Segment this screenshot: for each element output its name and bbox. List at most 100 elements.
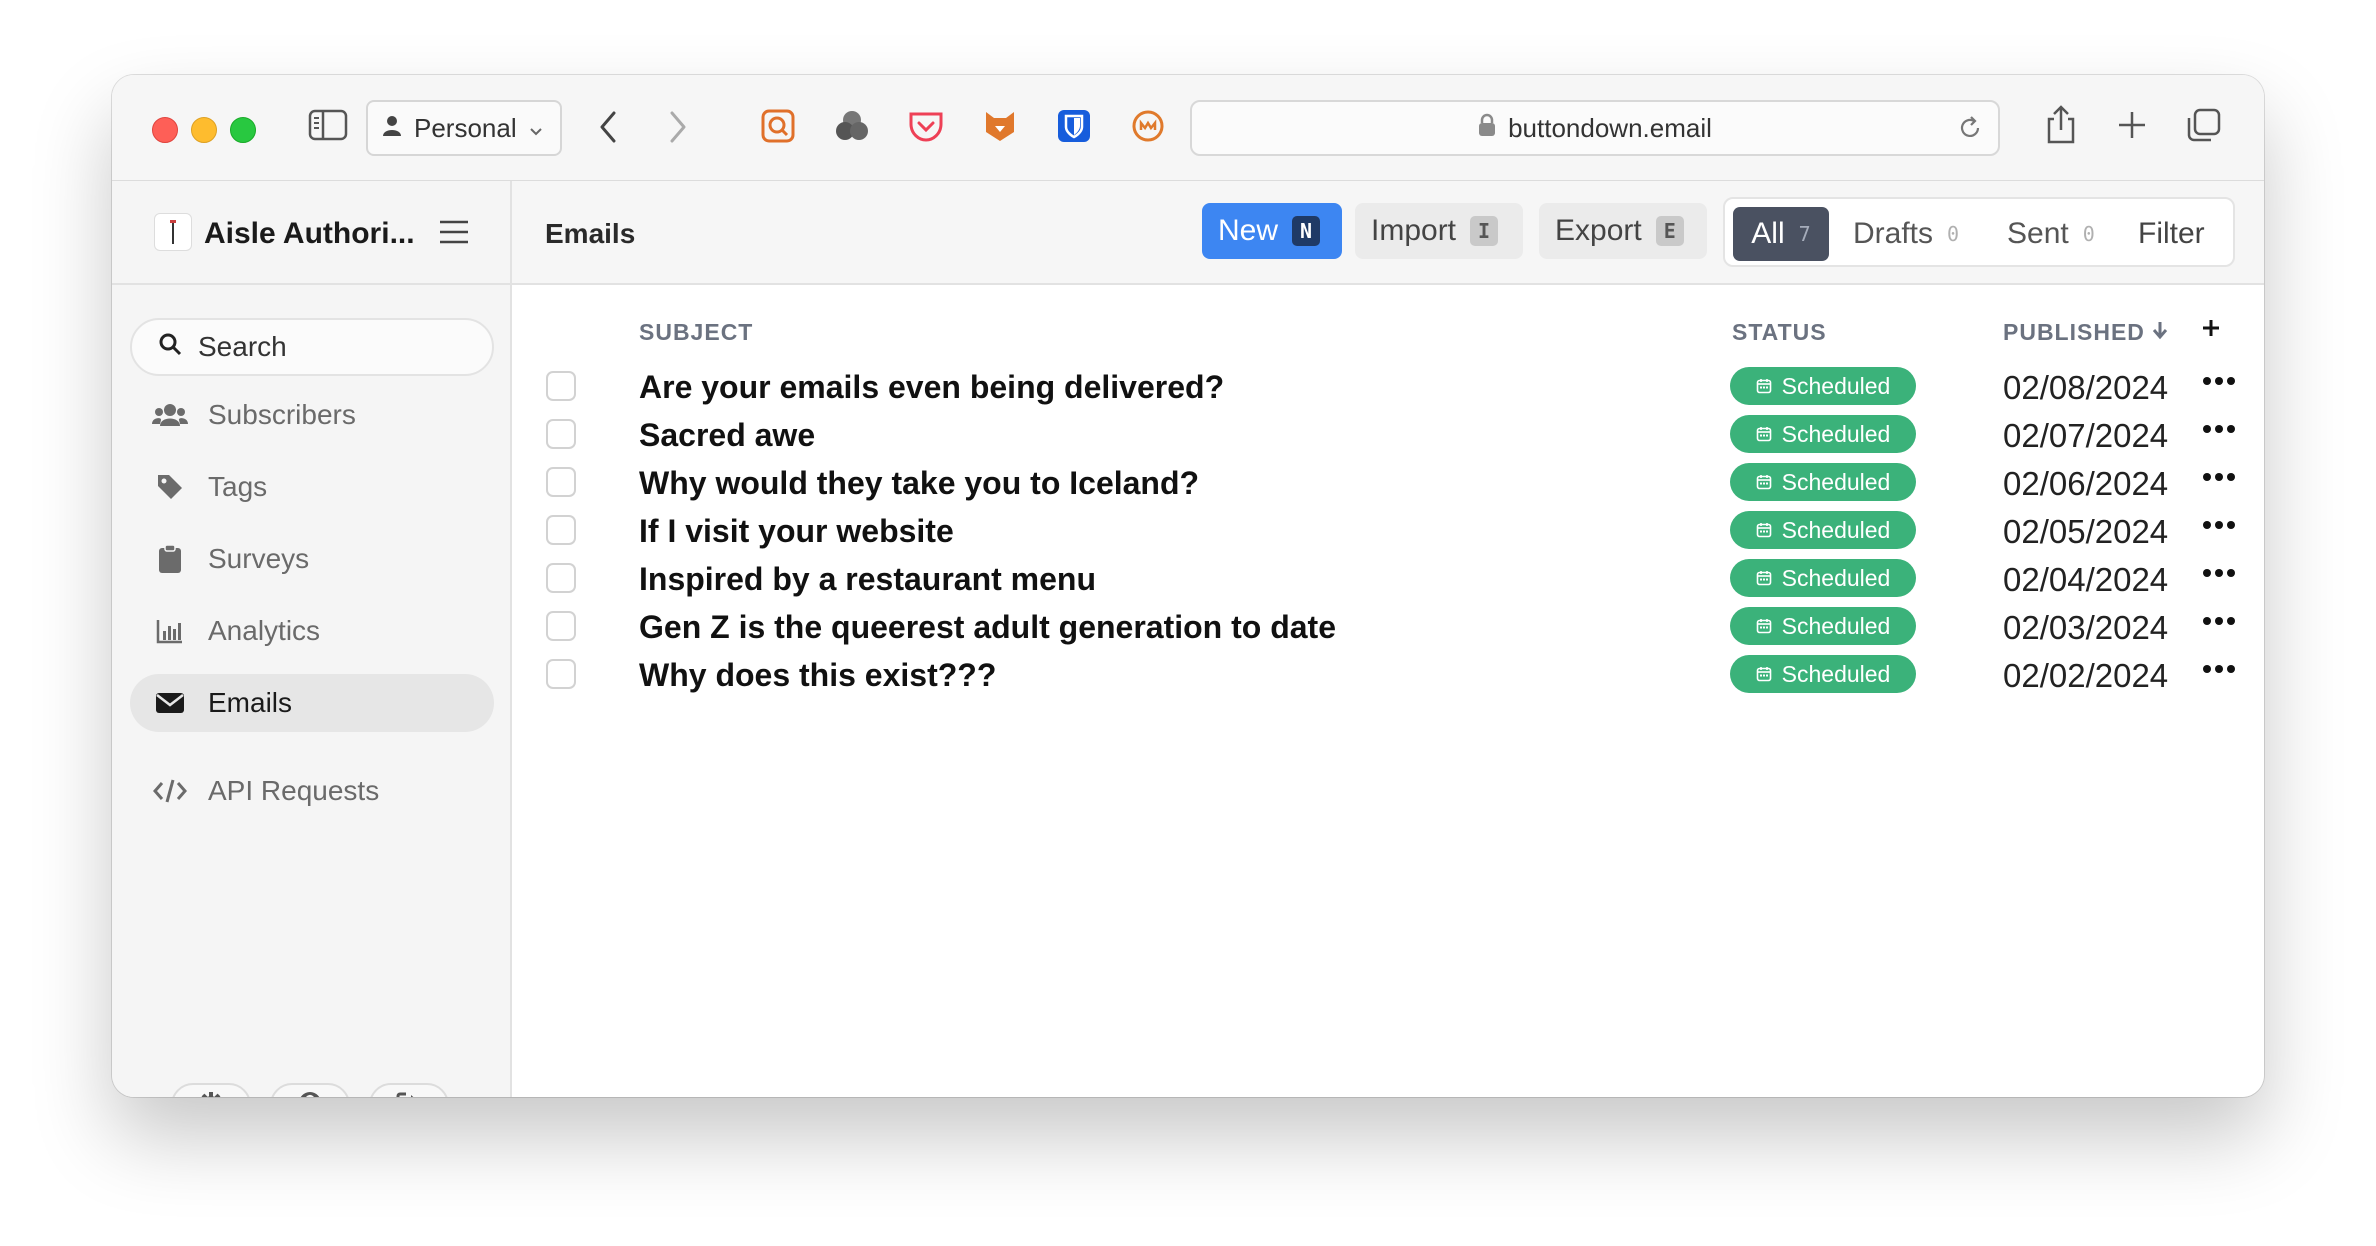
search-input[interactable]: Search	[130, 318, 494, 376]
table-row[interactable]: Gen Z is the queerest adult generation t…	[512, 603, 2264, 651]
status-badge: Scheduled	[1730, 559, 1916, 597]
share-icon[interactable]	[2044, 103, 2078, 145]
forward-icon[interactable]	[666, 109, 690, 145]
tab-all[interactable]: All 7	[1733, 207, 1829, 261]
row-checkbox[interactable]	[546, 515, 576, 545]
search-label: Search	[198, 331, 287, 362]
bar-chart-icon	[152, 618, 188, 644]
search-extension-icon[interactable]	[758, 106, 798, 146]
email-subject[interactable]: Why does this exist???	[639, 657, 996, 694]
status-label: Scheduled	[1781, 372, 1891, 399]
row-checkbox[interactable]	[546, 467, 576, 497]
row-checkbox[interactable]	[546, 371, 576, 401]
export-button[interactable]: Export E	[1539, 203, 1707, 259]
calendar-icon	[1756, 517, 1772, 544]
email-subject[interactable]: Sacred awe	[639, 417, 815, 454]
sidebar-header: Aisle Authori...	[112, 181, 510, 285]
tab-overview-icon[interactable]	[2186, 107, 2222, 143]
more-options-icon[interactable]	[2202, 517, 2236, 535]
column-header-published[interactable]: PUBLISHED	[2003, 319, 2168, 346]
import-button[interactable]: Import I	[1355, 203, 1523, 259]
fox-extension-icon[interactable]	[980, 106, 1020, 146]
zoom-window-button[interactable]	[230, 117, 256, 143]
address-bar[interactable]: buttondown.email	[1190, 100, 2000, 156]
back-icon[interactable]	[596, 109, 620, 145]
table-row[interactable]: Sacred awe Scheduled 02/07/2024	[512, 411, 2264, 459]
pocket-extension-icon[interactable]	[906, 106, 946, 146]
status-badge: Scheduled	[1730, 511, 1916, 549]
emails-table: SUBJECT STATUS PUBLISHED Are your emails…	[512, 285, 2264, 1097]
calendar-icon	[1756, 613, 1772, 640]
row-checkbox[interactable]	[546, 659, 576, 689]
published-date: 02/07/2024	[2003, 417, 2169, 454]
column-header-subject[interactable]: SUBJECT	[639, 319, 753, 346]
tab-label: Drafts	[1853, 217, 1934, 250]
email-subject[interactable]: If I visit your website	[639, 513, 954, 550]
envelope-icon	[152, 691, 188, 715]
table-row[interactable]: If I visit your website Scheduled 02/05/20…	[512, 507, 2264, 555]
more-options-icon[interactable]	[2202, 565, 2236, 583]
profile-button[interactable]: Personal	[366, 100, 562, 156]
sidebar-item-surveys[interactable]: Surveys	[130, 530, 494, 588]
more-options-icon[interactable]	[2202, 613, 2236, 631]
new-button-label: New	[1218, 214, 1279, 247]
sidebar-item-subscribers[interactable]: Subscribers	[130, 386, 494, 444]
email-subject[interactable]: Gen Z is the queerest adult generation t…	[639, 609, 1336, 646]
tab-count: 0	[1947, 222, 1960, 246]
logout-button[interactable]	[369, 1083, 449, 1097]
table-row[interactable]: Why does this exist??? Scheduled 02/02/202…	[512, 651, 2264, 699]
sidebar-item-label: API Requests	[208, 775, 380, 806]
users-icon	[152, 402, 188, 428]
main-header: Emails New N Import I Export E All 7 Dra…	[512, 181, 2264, 285]
mastodon-extension-icon[interactable]	[1128, 106, 1168, 146]
more-options-icon[interactable]	[2202, 661, 2236, 679]
more-options-icon[interactable]	[2202, 373, 2236, 391]
table-row[interactable]: Inspired by a restaurant menu Scheduled 02…	[512, 555, 2264, 603]
sidebar-item-tags[interactable]: Tags	[130, 458, 494, 516]
export-button-label: Export	[1555, 214, 1642, 247]
published-date: 02/03/2024	[2003, 609, 2169, 646]
help-button[interactable]	[270, 1083, 350, 1097]
sidebar-item-api-requests[interactable]: API Requests	[130, 762, 494, 820]
row-checkbox[interactable]	[546, 419, 576, 449]
table-row[interactable]: Are your emails even being delivered? Sch…	[512, 363, 2264, 411]
menu-icon[interactable]	[438, 219, 470, 250]
column-label: PUBLISHED	[2003, 319, 2145, 345]
tab-sent[interactable]: Sent 0	[2007, 207, 2095, 261]
filter-button[interactable]: Filter	[2138, 207, 2205, 261]
calendar-icon	[1756, 565, 1772, 592]
sign-out-icon	[396, 1092, 422, 1097]
status-badge: Scheduled	[1730, 607, 1916, 645]
row-checkbox[interactable]	[546, 563, 576, 593]
published-date: 02/06/2024	[2003, 465, 2169, 502]
minimize-window-button[interactable]	[191, 117, 217, 143]
new-tab-icon[interactable]	[2116, 109, 2148, 141]
more-options-icon[interactable]	[2202, 469, 2236, 487]
published-date: 02/08/2024	[2003, 369, 2169, 406]
tag-icon	[152, 473, 188, 501]
sidebar-item-analytics[interactable]: Analytics	[130, 602, 494, 660]
reload-icon[interactable]	[1956, 114, 1984, 149]
tab-drafts[interactable]: Drafts 0	[1853, 207, 1959, 261]
new-email-button[interactable]: New N	[1202, 203, 1342, 259]
table-row[interactable]: Why would they take you to Iceland? Sched…	[512, 459, 2264, 507]
email-subject[interactable]: Are your emails even being delivered?	[639, 369, 1224, 406]
bitwarden-icon[interactable]	[1054, 106, 1094, 146]
status-label: Scheduled	[1781, 420, 1891, 447]
column-header-status[interactable]: STATUS	[1732, 319, 1827, 346]
shortcut-hint: E	[1655, 216, 1684, 246]
sidebar-item-emails[interactable]: Emails	[130, 674, 494, 732]
more-options-icon[interactable]	[2202, 421, 2236, 439]
sidebar-toggle-icon[interactable]	[308, 109, 348, 141]
browser-toolbar: Personal buttondown.email	[112, 75, 2264, 181]
account-name[interactable]: Aisle Authori...	[204, 217, 415, 251]
add-column-icon[interactable]	[2200, 317, 2222, 344]
email-subject[interactable]: Why would they take you to Iceland?	[639, 465, 1199, 502]
settings-button[interactable]	[171, 1083, 251, 1097]
email-subject[interactable]: Inspired by a restaurant menu	[639, 561, 1096, 598]
shapes-extension-icon[interactable]	[832, 106, 872, 146]
status-badge: Scheduled	[1730, 367, 1916, 405]
row-checkbox[interactable]	[546, 611, 576, 641]
close-window-button[interactable]	[152, 117, 178, 143]
question-icon	[298, 1091, 322, 1097]
